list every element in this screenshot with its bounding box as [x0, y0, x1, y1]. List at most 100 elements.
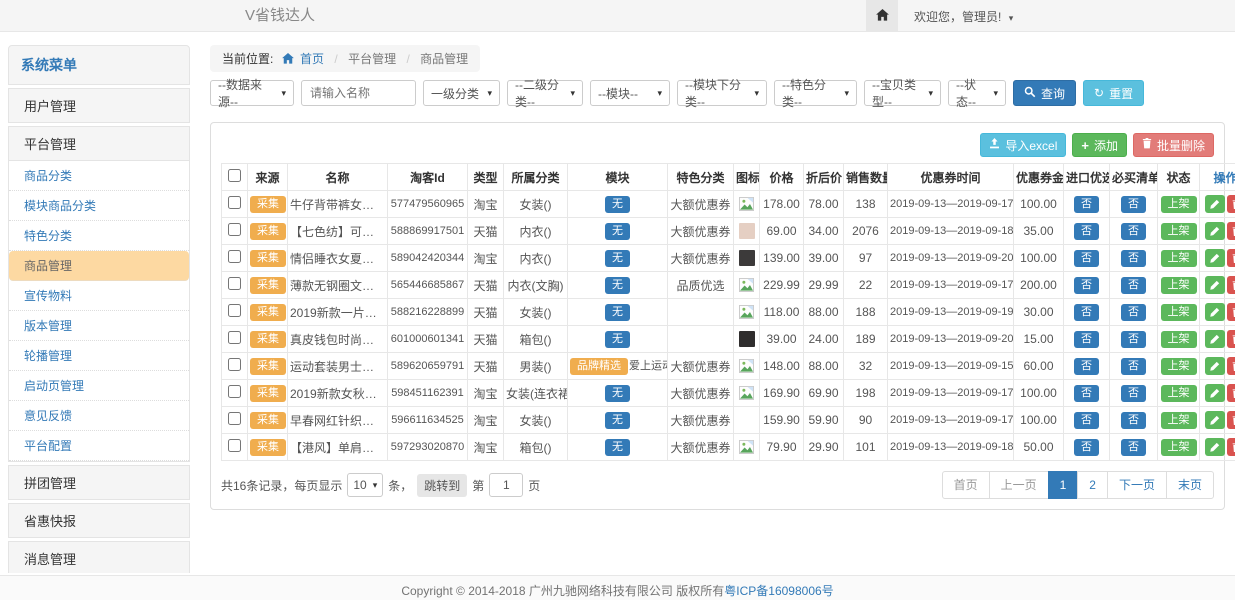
goods-name-input[interactable]	[301, 80, 416, 106]
pagination-1[interactable]: 1	[1048, 471, 1079, 499]
search-icon	[1024, 86, 1036, 101]
row-checkbox[interactable]	[228, 331, 241, 344]
jump-button[interactable]: 跳转到	[417, 474, 467, 497]
delete-button[interactable]	[1227, 195, 1235, 213]
filter-select-module-subcategory-value: --模块下分类--	[685, 76, 748, 110]
sidebar-subitem-module-goods-category[interactable]: 模块商品分类	[9, 191, 189, 221]
delete-button[interactable]	[1227, 384, 1235, 402]
module-cell: 无	[568, 191, 668, 218]
reset-button[interactable]: ↻ 重置	[1083, 80, 1144, 106]
select-all-checkbox[interactable]	[228, 169, 241, 182]
edit-button[interactable]	[1205, 195, 1225, 213]
source-badge: 采集	[250, 385, 286, 402]
edit-button[interactable]	[1205, 384, 1225, 402]
sidebar-subitem-promo-material[interactable]: 宣传物料	[9, 281, 189, 311]
category-cell: 内衣()	[504, 218, 568, 245]
pagination-2[interactable]: 2	[1077, 471, 1108, 499]
module-cell: 无	[568, 218, 668, 245]
delete-button[interactable]	[1227, 222, 1235, 240]
row-checkbox[interactable]	[228, 439, 241, 452]
edit-button[interactable]	[1205, 357, 1225, 375]
row-checkbox[interactable]	[228, 223, 241, 236]
delete-button[interactable]	[1227, 330, 1235, 348]
must-buy-cell: 否	[1110, 407, 1158, 434]
row-checkbox[interactable]	[228, 277, 241, 290]
type-cell: 天猫	[468, 299, 504, 326]
delete-button[interactable]	[1227, 438, 1235, 456]
sidebar-item-group-buy-manage[interactable]: 拼团管理	[8, 465, 190, 500]
caret-down-icon: ▾	[281, 88, 286, 99]
sales-cell: 188	[844, 299, 888, 326]
row-checkbox[interactable]	[228, 385, 241, 398]
goods-name-cell: 牛仔背带裤女秋装减龄...	[288, 191, 388, 218]
edit-button[interactable]	[1205, 411, 1225, 429]
icp-link[interactable]: 粤ICP备16098006号	[724, 584, 833, 598]
filter-select-level1-category[interactable]: 一级分类▾	[423, 80, 500, 106]
goods-panel: 导入excel + 添加 批量删除 来源名称淘客Id类型所属分类模块特色分类图标…	[210, 122, 1225, 510]
delete-button[interactable]	[1227, 303, 1235, 321]
add-button[interactable]: + 添加	[1072, 133, 1127, 157]
pagination-next[interactable]: 下一页	[1107, 471, 1167, 499]
pagination-prev[interactable]: 上一页	[989, 471, 1049, 499]
edit-button[interactable]	[1205, 330, 1225, 348]
delete-button[interactable]	[1227, 249, 1235, 267]
sidebar-subitem-splash-manage[interactable]: 启动页管理	[9, 371, 189, 401]
import-optimal-cell: 否	[1064, 380, 1110, 407]
module-badge: 无	[605, 385, 630, 402]
sidebar-subitem-carousel-manage[interactable]: 轮播管理	[9, 341, 189, 371]
sidebar-subitem-feature-category[interactable]: 特色分类	[9, 221, 189, 251]
delete-button[interactable]	[1227, 276, 1235, 294]
delete-button[interactable]	[1227, 357, 1235, 375]
edit-button[interactable]	[1205, 438, 1225, 456]
row-checkbox[interactable]	[228, 412, 241, 425]
edit-button[interactable]	[1205, 303, 1225, 321]
home-button[interactable]	[866, 0, 898, 32]
breadcrumb-home-link[interactable]: 首页	[300, 52, 324, 66]
filter-select-item-type[interactable]: --宝贝类型--▾	[864, 80, 941, 106]
pagination-last[interactable]: 末页	[1166, 471, 1214, 499]
edit-button[interactable]	[1205, 276, 1225, 294]
broken-image-icon	[739, 305, 754, 319]
search-button[interactable]: 查询	[1013, 80, 1076, 106]
pagination-first[interactable]: 首页	[942, 471, 990, 499]
sidebar-subitem-version-manage[interactable]: 版本管理	[9, 311, 189, 341]
goods-name-cell: 运动套装男士卫衣初秋...	[288, 353, 388, 380]
edit-button[interactable]	[1205, 222, 1225, 240]
edit-button[interactable]	[1205, 249, 1225, 267]
sidebar-subitem-goods-category[interactable]: 商品分类	[9, 161, 189, 191]
sidebar-subitem-feedback[interactable]: 意见反馈	[9, 401, 189, 431]
source-cell: 采集	[248, 380, 288, 407]
page-number-input[interactable]	[489, 473, 523, 497]
filter-select-module[interactable]: --模块--▾	[590, 80, 670, 106]
welcome-user-menu[interactable]: 欢迎您，管理员! ▾	[914, 8, 1013, 25]
filter-select-feature-category[interactable]: --特色分类--▾	[774, 80, 857, 106]
plus-icon: +	[1081, 138, 1089, 153]
filter-select-data-source[interactable]: --数据来源--▾	[210, 80, 294, 106]
filter-select-status[interactable]: --状态--▾	[948, 80, 1006, 106]
caret-down-icon: ▾	[657, 88, 662, 99]
caret-down-icon: ▾	[928, 88, 933, 99]
upload-icon	[989, 138, 1000, 152]
sidebar-subitem-platform-config[interactable]: 平台配置	[9, 431, 189, 461]
import-optimal-cell: 否	[1064, 272, 1110, 299]
sidebar-item-message-manage[interactable]: 消息管理	[8, 541, 190, 573]
row-checkbox[interactable]	[228, 196, 241, 209]
delete-button[interactable]	[1227, 411, 1235, 429]
per-page-select[interactable]: 10 ▾	[347, 473, 383, 497]
goods-name-cell: 2019新款女秋薄款...	[288, 380, 388, 407]
sidebar-item-platform-manage[interactable]: 平台管理	[8, 126, 190, 161]
module-badge: 无	[605, 250, 630, 267]
filter-select-module-subcategory[interactable]: --模块下分类--▾	[677, 80, 767, 106]
row-checkbox[interactable]	[228, 304, 241, 317]
import-excel-button[interactable]: 导入excel	[980, 133, 1066, 157]
sidebar-item-saving-express[interactable]: 省惠快报	[8, 503, 190, 538]
row-checkbox[interactable]	[228, 250, 241, 263]
filter-select-level2-category[interactable]: --二级分类--▾	[507, 80, 583, 106]
batch-delete-button[interactable]: 批量删除	[1133, 133, 1214, 157]
row-checkbox[interactable]	[228, 358, 241, 371]
source-cell: 采集	[248, 434, 288, 461]
sidebar-item-user-manage[interactable]: 用户管理	[8, 88, 190, 123]
column-header-11: 优惠券时间	[888, 164, 1014, 191]
sidebar-subitem-goods-manage[interactable]: 商品管理	[9, 251, 189, 281]
price-cell: 178.00	[760, 191, 804, 218]
